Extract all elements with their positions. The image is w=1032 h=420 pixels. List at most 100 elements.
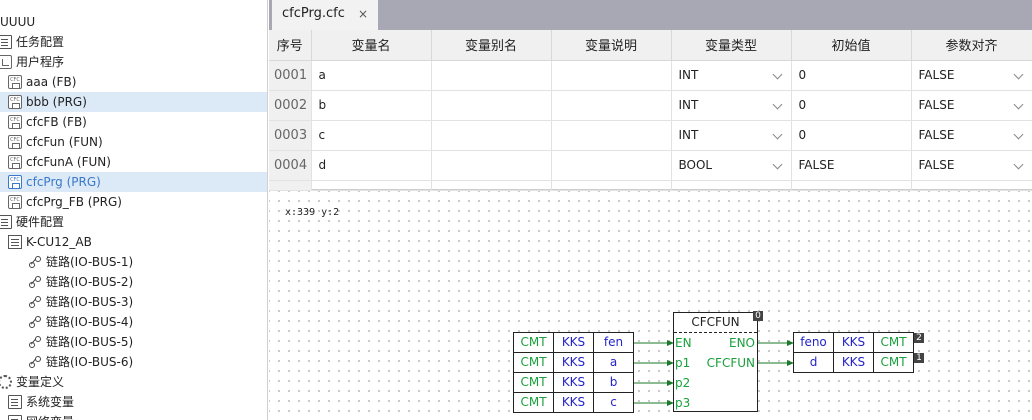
output-kks-cell[interactable]: KKS: [834, 333, 874, 353]
param-align-select[interactable]: FALSE: [911, 120, 1032, 151]
input-variable-cell[interactable]: c: [594, 393, 634, 413]
empty-cell: [551, 180, 672, 191]
param-align-select[interactable]: FALSE: [911, 90, 1032, 121]
param-align-select[interactable]: FALSE: [911, 150, 1032, 181]
tree-item[interactable]: 变量定义: [0, 372, 267, 392]
tree-item-label: cfcFunA (FUN): [26, 155, 111, 169]
tree-item[interactable]: 链路(IO-BUS-6): [0, 352, 267, 372]
document-icon: [0, 215, 12, 229]
var-name-cell[interactable]: d: [311, 150, 432, 181]
table-row[interactable]: 0003 c INT 0 FALSE: [269, 120, 1032, 151]
tree-item[interactable]: UUUU: [0, 12, 267, 32]
output-comment-cell[interactable]: CMT: [874, 333, 914, 353]
cfc-canvas[interactable]: x:339 y:2 CMT KKS fen CMT KKS a CMT KKS b CMT KKS c…: [269, 191, 1032, 420]
tree-item[interactable]: 网络变量: [0, 412, 267, 420]
input-comment-cell[interactable]: CMT: [514, 373, 554, 393]
tree-item[interactable]: 硬件配置: [0, 212, 267, 232]
header-index: 序号: [269, 30, 312, 61]
block-input-pin: EN: [675, 336, 692, 350]
table-row[interactable]: 0001 a INT 0 FALSE: [269, 60, 1032, 91]
link-icon: [28, 255, 42, 269]
link-icon: [28, 315, 42, 329]
execution-order-badge: 2: [914, 333, 924, 343]
function-block-cfcfun[interactable]: CFCFUN EN p1 p2 p3 ENO CFCFUN: [673, 312, 758, 412]
tree-item[interactable]: bbb (PRG): [0, 92, 267, 112]
document-icon: [0, 35, 12, 49]
row-index-cell: 0003: [269, 120, 312, 151]
tree-item[interactable]: 链路(IO-BUS-1): [0, 252, 267, 272]
output-variable-cell[interactable]: feno: [794, 333, 834, 353]
tree-item[interactable]: 链路(IO-BUS-4): [0, 312, 267, 332]
input-kks-cell[interactable]: KKS: [554, 393, 594, 413]
tree-item[interactable]: cfcPrg_FB (PRG): [0, 192, 267, 212]
tab-cfcprg[interactable]: cfcPrg.cfc ×: [272, 0, 378, 30]
tree-item[interactable]: 链路(IO-BUS-3): [0, 292, 267, 312]
init-value-cell[interactable]: 0: [791, 120, 912, 151]
document-icon: [8, 395, 22, 409]
block-input-pin: p1: [675, 356, 691, 370]
table-row[interactable]: 0004 d BOOL FALSE FALSE: [269, 150, 1032, 181]
input-variable-cell[interactable]: fen: [594, 333, 634, 353]
cfc-icon: [8, 155, 22, 169]
output-comment-cell[interactable]: CMT: [874, 353, 914, 373]
tree-item[interactable]: K-CU12_AB: [0, 232, 267, 252]
tree-item[interactable]: 用户程序: [0, 52, 267, 72]
header-var-desc: 变量说明: [551, 30, 672, 61]
var-desc-cell[interactable]: [551, 150, 672, 181]
init-value-cell[interactable]: 0: [791, 60, 912, 91]
input-kks-cell[interactable]: KKS: [554, 373, 594, 393]
input-comment-cell[interactable]: CMT: [514, 333, 554, 353]
var-type-select[interactable]: INT: [671, 90, 792, 121]
param-align-select[interactable]: FALSE: [911, 60, 1032, 91]
output-variable-cell[interactable]: d: [794, 353, 834, 373]
var-type-select[interactable]: BOOL: [671, 150, 792, 181]
input-comment-cell[interactable]: CMT: [514, 353, 554, 373]
var-name-cell[interactable]: b: [311, 90, 432, 121]
link-icon: [28, 295, 42, 309]
var-alias-cell[interactable]: [431, 150, 552, 181]
init-value-cell[interactable]: 0: [791, 90, 912, 121]
editor-tab-bar: cfcPrg.cfc ×: [269, 0, 1032, 30]
tree-item-label: cfcFB (FB): [26, 115, 87, 129]
gear-icon: [0, 375, 12, 389]
close-icon[interactable]: ×: [358, 0, 368, 28]
var-desc-cell[interactable]: [551, 90, 672, 121]
output-kks-cell[interactable]: KKS: [834, 353, 874, 373]
tree-item[interactable]: cfcFB (FB): [0, 112, 267, 132]
tree-item-label: cfcFun (FUN): [26, 135, 103, 149]
tree-item-label: 变量定义: [16, 375, 65, 389]
tree-item[interactable]: 任务配置: [0, 32, 267, 52]
var-type-select[interactable]: INT: [671, 60, 792, 91]
hardware-icon: [8, 235, 22, 249]
tree-item[interactable]: cfcPrg (PRG): [0, 172, 267, 192]
tree-item[interactable]: 链路(IO-BUS-2): [0, 272, 267, 292]
header-init-value: 初始值: [791, 30, 912, 61]
init-value-cell[interactable]: FALSE: [791, 150, 912, 181]
input-variable-group: CMT KKS fen CMT KKS a CMT KKS b CMT KKS c: [513, 332, 634, 413]
var-type-select[interactable]: INT: [671, 120, 792, 151]
input-comment-cell[interactable]: CMT: [514, 393, 554, 413]
tree-item[interactable]: 链路(IO-BUS-5): [0, 332, 267, 352]
var-name-cell[interactable]: a: [311, 60, 432, 91]
input-variable-cell[interactable]: a: [594, 353, 634, 373]
tree-item[interactable]: cfcFunA (FUN): [0, 152, 267, 172]
input-kks-cell[interactable]: KKS: [554, 333, 594, 353]
tree-item[interactable]: aaa (FB): [0, 72, 267, 92]
project-tree[interactable]: UUUU 任务配置用户程序 aaa (FB) bbb (PRG) cfcFB (FB) c…: [0, 0, 268, 420]
var-alias-cell[interactable]: [431, 120, 552, 151]
tree-item-label: 硬件配置: [16, 215, 65, 229]
var-desc-cell[interactable]: [551, 120, 672, 151]
var-name-cell[interactable]: c: [311, 120, 432, 151]
tree-item-label: bbb (PRG): [26, 95, 87, 109]
cfc-icon: [8, 135, 22, 149]
tree-item-label: 链路(IO-BUS-1): [46, 255, 134, 269]
cfc-icon: [8, 95, 22, 109]
input-kks-cell[interactable]: KKS: [554, 353, 594, 373]
table-row[interactable]: 0002 b INT 0 FALSE: [269, 90, 1032, 121]
var-alias-cell[interactable]: [431, 60, 552, 91]
var-alias-cell[interactable]: [431, 90, 552, 121]
var-desc-cell[interactable]: [551, 60, 672, 91]
input-variable-cell[interactable]: b: [594, 373, 634, 393]
tree-item[interactable]: cfcFun (FUN): [0, 132, 267, 152]
tree-item[interactable]: 系统变量: [0, 392, 267, 412]
